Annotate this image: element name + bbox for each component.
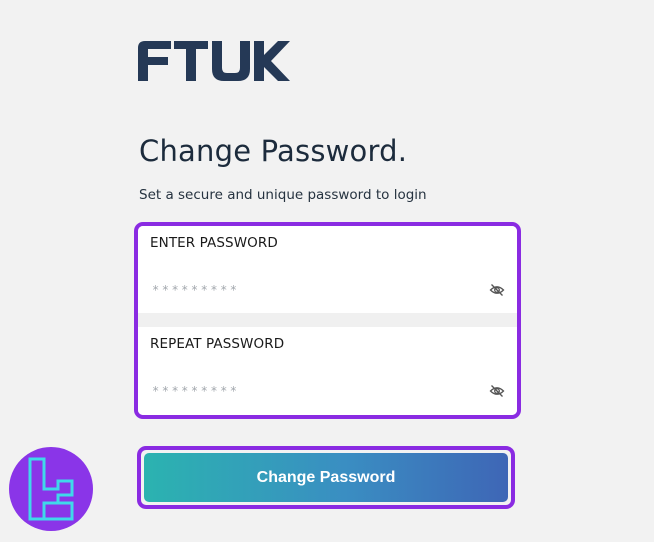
password-fields-group: ENTER PASSWORD REPEAT PASSWORD	[134, 222, 521, 419]
password-field: ENTER PASSWORD	[138, 226, 517, 313]
repeat-password-label: REPEAT PASSWORD	[150, 336, 285, 352]
field-divider	[138, 313, 517, 327]
submit-highlight: Change Password	[137, 446, 515, 509]
repeat-password-field: REPEAT PASSWORD	[138, 327, 517, 415]
page-title: Change Password.	[139, 134, 408, 168]
tradingfinder-watermark	[9, 447, 93, 531]
eye-slash-icon[interactable]	[489, 282, 505, 298]
password-label: ENTER PASSWORD	[150, 235, 278, 251]
repeat-password-input[interactable]	[152, 379, 472, 403]
tradingfinder-logo-icon	[28, 457, 74, 521]
change-password-button[interactable]: Change Password	[144, 453, 508, 502]
ftuk-logo-mark	[138, 41, 290, 81]
ftuk-logo	[138, 38, 290, 84]
page-subtitle: Set a secure and unique password to logi…	[139, 187, 427, 203]
password-input[interactable]	[152, 278, 472, 302]
eye-slash-icon[interactable]	[489, 383, 505, 399]
